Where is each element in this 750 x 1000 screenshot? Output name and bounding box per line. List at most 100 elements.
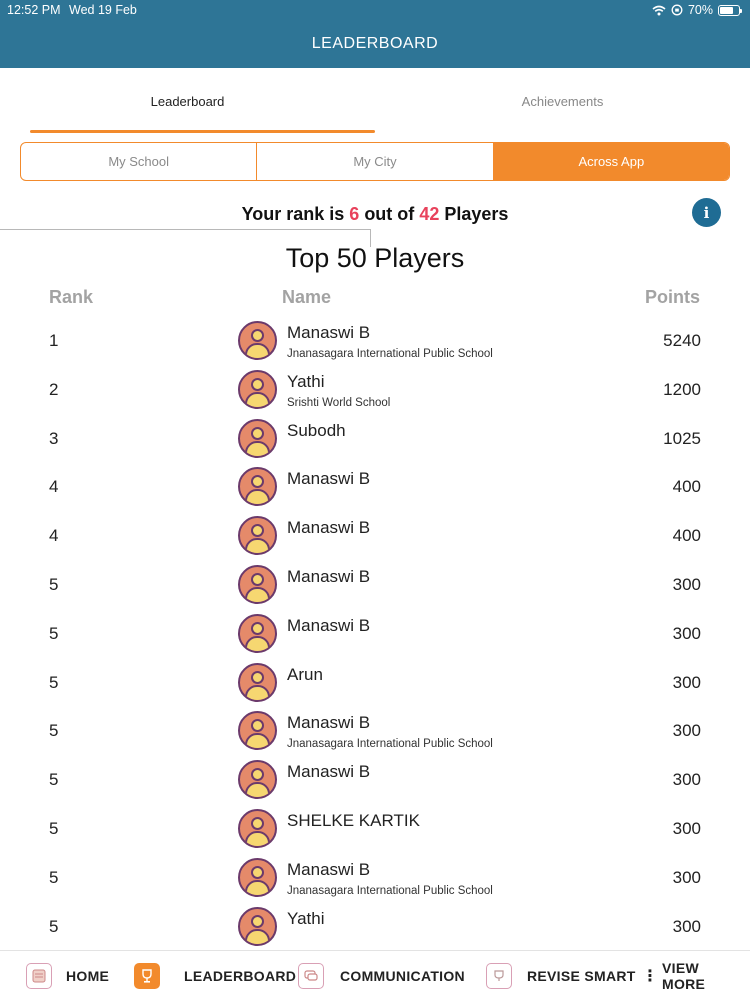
player-points: 1200	[663, 379, 701, 399]
player-name: Manaswi B	[287, 713, 371, 733]
player-row[interactable]: 5 Manaswi B 300	[0, 608, 750, 657]
player-points: 400	[672, 526, 701, 546]
nav-revise-label: REVISE SMART	[527, 968, 636, 984]
status-date: Wed 19 Feb	[69, 3, 137, 17]
avatar-head	[251, 719, 264, 733]
player-points: 300	[672, 818, 701, 838]
avatar	[238, 760, 277, 800]
avatar-body	[245, 684, 270, 700]
battery-percent: 70%	[687, 3, 713, 17]
avatar	[238, 418, 277, 458]
wifi-icon	[652, 5, 666, 15]
rank-suffix: Players	[444, 204, 509, 224]
player-points: 300	[672, 916, 701, 936]
player-rank: 5	[49, 721, 59, 741]
player-rank: 4	[49, 477, 59, 497]
player-name: Arun	[287, 664, 323, 684]
player-row[interactable]: 5 Yathi 300	[0, 901, 750, 950]
avatar-body	[245, 343, 270, 358]
avatar	[238, 369, 277, 409]
avatar-body	[245, 440, 270, 456]
tab-achievements[interactable]: Achievements	[375, 68, 750, 134]
avatar	[238, 662, 277, 702]
avatar	[238, 467, 277, 507]
player-row[interactable]: 5 Arun 300	[0, 657, 750, 706]
total-players: 42	[419, 204, 440, 224]
active-tab-indicator	[30, 130, 375, 133]
player-row[interactable]: 1 Manaswi B Jnanasagara International Publ…	[0, 315, 750, 364]
player-row[interactable]: 3 Subodh 1025	[0, 413, 750, 462]
avatar-body	[245, 489, 270, 505]
player-name: Manaswi B	[287, 469, 371, 489]
player-row[interactable]: 5 Manaswi B 300	[0, 559, 750, 608]
player-name: SHELKE KARTIK	[287, 810, 420, 830]
player-rank: 4	[49, 526, 59, 546]
player-rank: 5	[49, 672, 59, 692]
player-row[interactable]: 5 Manaswi B 300	[0, 754, 750, 803]
avatar-head	[251, 621, 264, 635]
player-row[interactable]: 5 SHELKE KARTIK 300	[0, 803, 750, 852]
player-points: 400	[672, 477, 701, 497]
avatar-head	[251, 914, 264, 928]
nav-leaderboard[interactable]: LEADERBOARD	[134, 951, 297, 1000]
status-time: 12:52 PM	[7, 3, 61, 17]
player-name: Yathi	[287, 908, 325, 928]
nav-leaderboard-label: LEADERBOARD	[184, 968, 297, 984]
scope-filter: My School My City Across App	[20, 142, 730, 181]
player-row[interactable]: 5 Manaswi B Jnanasagara International Publ…	[0, 852, 750, 901]
player-points: 300	[672, 721, 701, 741]
page-title: LEADERBOARD	[311, 35, 439, 52]
player-row[interactable]: 5 Manaswi B Jnanasagara International Publ…	[0, 705, 750, 754]
nav-home[interactable]: HOME	[26, 951, 126, 1000]
player-rank: 3	[49, 428, 59, 448]
status-bar: 12:52 PM Wed 19 Feb 70%	[7, 3, 742, 19]
top-players-title: Top 50 Players	[285, 243, 465, 273]
avatar-head	[251, 572, 264, 586]
avatar-head	[251, 329, 264, 342]
player-row[interactable]: 2 Yathi Srishti World School 1200	[0, 364, 750, 413]
status-right: 70%	[652, 3, 742, 17]
player-points: 300	[672, 623, 701, 643]
player-list: 1 Manaswi B Jnanasagara International Publ…	[0, 315, 750, 949]
app-header: 12:52 PM Wed 19 Feb 70% LEADERBOARD	[0, 0, 750, 68]
avatar-head	[251, 524, 264, 538]
filter-my-city[interactable]: My City	[257, 143, 494, 180]
nav-revise-smart[interactable]: REVISE SMART	[486, 951, 636, 1000]
avatar-body	[245, 928, 270, 944]
player-name: Subodh	[287, 420, 346, 440]
player-row[interactable]: 4 Manaswi B 400	[0, 461, 750, 510]
more-vertical-icon: ⋮	[642, 968, 658, 985]
player-points: 300	[672, 867, 701, 887]
avatar	[238, 321, 277, 360]
avatar-head	[251, 670, 264, 684]
player-name: Manaswi B	[287, 762, 371, 782]
chat-icon	[298, 963, 324, 989]
player-name: Yathi	[287, 371, 325, 391]
avatar-body	[245, 635, 270, 651]
avatar-body	[245, 879, 270, 895]
orientation-lock-icon	[671, 4, 683, 16]
filter-across-app[interactable]: Across App	[493, 143, 729, 180]
avatar-body	[245, 733, 270, 749]
player-row[interactable]: 4 Manaswi B 400	[0, 510, 750, 559]
avatar-head	[251, 816, 264, 830]
avatar	[238, 906, 277, 946]
trophy-icon	[134, 963, 160, 989]
filter-my-school[interactable]: My School	[21, 143, 258, 180]
rank-middle: out of	[364, 204, 415, 224]
player-rank: 5	[49, 818, 59, 838]
rank-prefix: Your rank is	[241, 204, 345, 224]
player-points: 1025	[663, 428, 701, 448]
player-rank: 5	[49, 867, 59, 887]
nav-view-more[interactable]: ⋮ VIEW MORE	[642, 951, 742, 1000]
nav-communication[interactable]: COMMUNICATION	[298, 951, 473, 1000]
tab-leaderboard[interactable]: Leaderboard	[0, 68, 375, 134]
avatar	[238, 516, 277, 556]
avatar-head	[251, 475, 264, 489]
info-button[interactable]: i	[692, 198, 721, 227]
player-points: 300	[672, 770, 701, 790]
player-rank: 5	[49, 574, 59, 594]
user-rank: 6	[349, 204, 360, 224]
column-header-rank: Rank	[49, 287, 94, 307]
avatar-head	[251, 865, 264, 879]
